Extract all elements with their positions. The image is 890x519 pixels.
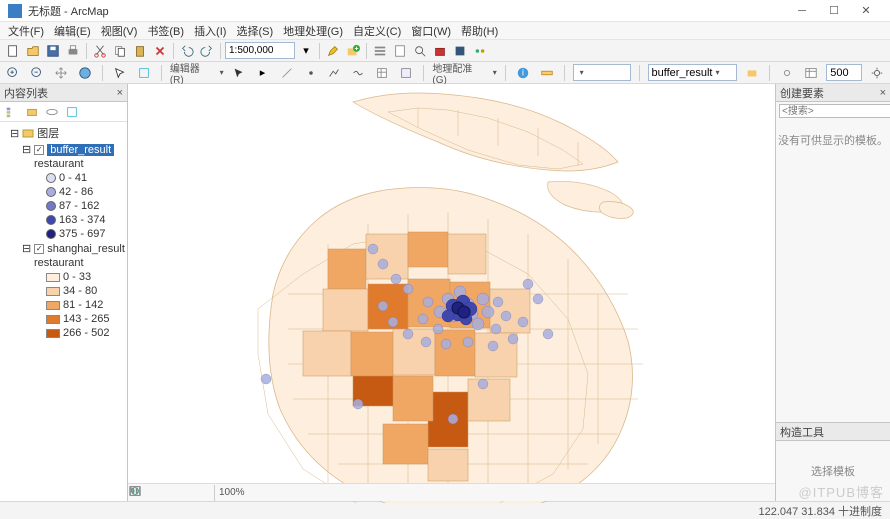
menu-view[interactable]: 视图(V) (97, 22, 142, 40)
measure-icon[interactable] (538, 64, 556, 82)
sketch-line-icon[interactable] (325, 64, 343, 82)
list-by-selection-icon[interactable] (63, 103, 81, 121)
menu-customize[interactable]: 自定义(C) (349, 22, 405, 40)
list-by-source-icon[interactable] (23, 103, 41, 121)
menu-edit[interactable]: 编辑(E) (50, 22, 95, 40)
toc-root[interactable]: 图层 (37, 125, 59, 141)
pause-draw-icon[interactable] (192, 484, 210, 502)
create-features-panel: 创建要素 × 没有可供显示的模板。 构造工具 选择模板 (775, 84, 890, 501)
template-search (776, 102, 890, 120)
delete-icon[interactable] (151, 42, 169, 60)
template-search-input[interactable] (779, 104, 890, 118)
zoom-level: 100% (219, 487, 245, 498)
toc-title: 内容列表 (4, 85, 48, 101)
edit-vertices-icon[interactable]: ▸ (254, 64, 272, 82)
menu-help[interactable]: 帮助(H) (457, 22, 502, 40)
arctoolbox-icon[interactable] (431, 42, 449, 60)
paste-icon[interactable] (131, 42, 149, 60)
identify-icon[interactable]: i (514, 64, 532, 82)
select-features-icon[interactable] (111, 64, 129, 82)
zoom-in-icon[interactable] (4, 64, 22, 82)
map-canvas[interactable] (128, 84, 775, 503)
field-label: restaurant (34, 257, 84, 269)
status-bar: 122.047 31.834 十进制度 (0, 501, 890, 519)
minimize-button[interactable]: ─ (786, 1, 818, 21)
sketch-properties-icon[interactable] (397, 64, 415, 82)
sketch-trace-icon[interactable] (349, 64, 367, 82)
map-scale-input[interactable] (225, 42, 295, 59)
refresh-icon[interactable] (172, 484, 190, 502)
layer-buffer-result[interactable]: buffer_result (47, 144, 114, 156)
copy-icon[interactable] (111, 42, 129, 60)
settings-icon[interactable] (868, 64, 886, 82)
toc-toolbar (0, 102, 127, 122)
coords-readout: 122.047 31.834 十进制度 (758, 503, 882, 519)
toc-tree[interactable]: ⊟图层 ⊟✓buffer_result restaurant 0 - 41 42… (0, 122, 127, 501)
scale-dropdown-icon[interactable]: ▾ (297, 42, 315, 60)
cell-size-input[interactable]: 500 (826, 64, 862, 81)
attributes-icon[interactable] (373, 64, 391, 82)
source-icon[interactable] (743, 64, 761, 82)
editor-toolbar-icon[interactable] (324, 42, 342, 60)
title-bar: 无标题 - ArcMap ─ ☐ ✕ (0, 0, 890, 22)
menu-file[interactable]: 文件(F) (4, 22, 48, 40)
map-view-toolbar: 100% (128, 483, 775, 501)
save-icon[interactable] (44, 42, 62, 60)
menu-bookmarks[interactable]: 书签(B) (143, 22, 188, 40)
layer-combo[interactable]: buffer_result▾ (648, 64, 738, 81)
menu-insert[interactable]: 插入(I) (190, 22, 230, 40)
list-by-visibility-icon[interactable] (43, 103, 61, 121)
georef-label[interactable]: 地理配准(G) (432, 60, 486, 86)
edit-annotation-icon[interactable] (278, 64, 296, 82)
zoom-out-icon[interactable] (28, 64, 46, 82)
panel-close-icon[interactable]: × (880, 87, 886, 99)
toc-close-icon[interactable]: × (117, 87, 123, 99)
template-list: 没有可供显示的模板。 (776, 120, 890, 422)
modelbuilder-icon[interactable] (471, 42, 489, 60)
open-icon[interactable] (24, 42, 42, 60)
field-label: restaurant (34, 158, 84, 170)
menu-geoprocessing[interactable]: 地理处理(G) (279, 22, 347, 40)
georef-layer-combo[interactable]: ▾ (573, 64, 631, 81)
table-icon[interactable] (802, 64, 820, 82)
edit-tool-icon[interactable] (230, 64, 248, 82)
construction-tools-header: 构造工具 (776, 423, 890, 441)
sketch-point-icon[interactable] (302, 64, 320, 82)
menu-window[interactable]: 窗口(W) (407, 22, 455, 40)
clear-selection-icon[interactable] (135, 64, 153, 82)
layer-checkbox[interactable]: ✓ (34, 244, 44, 254)
window-title: 无标题 - ArcMap (28, 3, 786, 19)
layout-view-icon[interactable] (152, 484, 170, 502)
close-button[interactable]: ✕ (850, 1, 882, 21)
app-icon (8, 4, 22, 18)
add-data-icon[interactable] (344, 42, 362, 60)
construction-tools-body: 选择模板 (776, 441, 890, 501)
layer-checkbox[interactable]: ✓ (34, 145, 44, 155)
table-of-contents: 内容列表 × ⊟图层 ⊟✓buffer_result restaurant 0 … (0, 84, 128, 501)
full-extent-icon[interactable] (76, 64, 94, 82)
redo-icon[interactable] (198, 42, 216, 60)
map-view[interactable]: 100% (128, 84, 775, 501)
pan-icon[interactable] (52, 64, 70, 82)
list-by-draw-icon[interactable] (3, 103, 21, 121)
cut-icon[interactable] (91, 42, 109, 60)
new-icon[interactable] (4, 42, 22, 60)
editor-label[interactable]: 编辑器(R) (170, 60, 214, 86)
link-icon[interactable] (778, 64, 796, 82)
layer-shanghai-result[interactable]: shanghai_result (47, 243, 125, 255)
toc-header: 内容列表 × (0, 84, 127, 102)
menu-select[interactable]: 选择(S) (232, 22, 277, 40)
menu-bar: 文件(F) 编辑(E) 视图(V) 书签(B) 插入(I) 选择(S) 地理处理… (0, 22, 890, 40)
main-area: 内容列表 × ⊟图层 ⊟✓buffer_result restaurant 0 … (0, 84, 890, 501)
catalog-icon[interactable] (391, 42, 409, 60)
tools-toolbar: 编辑器(R) ▾ ▸ 地理配准(G) ▾ i ▾ buffer_result▾ … (0, 62, 890, 84)
undo-icon[interactable] (178, 42, 196, 60)
toc-icon[interactable] (371, 42, 389, 60)
svg-text:i: i (522, 67, 524, 78)
create-features-header: 创建要素 × (776, 84, 890, 102)
maximize-button[interactable]: ☐ (818, 1, 850, 21)
print-icon[interactable] (64, 42, 82, 60)
search-icon[interactable] (411, 42, 429, 60)
python-icon[interactable] (451, 42, 469, 60)
